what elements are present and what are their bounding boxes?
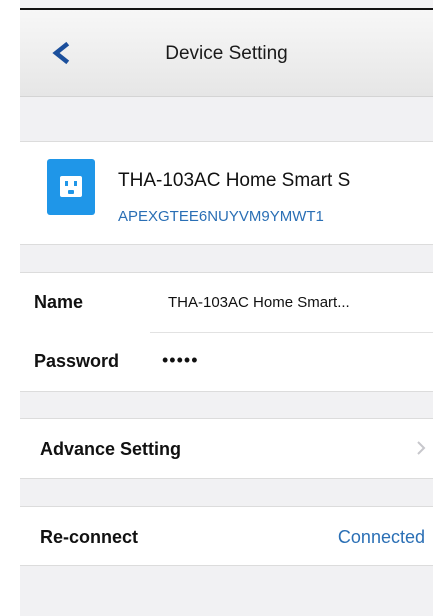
name-value: THA-103AC Home Smart... [168,294,350,311]
reconnect-label: Re-connect [40,527,139,547]
connection-status: Connected [337,527,425,547]
device-id: APEXGTEE6NUYVM9YMWT1 [118,208,324,225]
password-label: Password [34,351,120,371]
name-label: Name [34,292,84,312]
chevron-right-icon [417,441,426,455]
password-value: ••••• [162,350,199,370]
device-info-section: Name THA-103AC Home Smart... Password ••… [20,272,433,392]
device-setting-screen: Device Setting THA-103AC Home Smart S AP… [0,0,433,616]
smart-plug-icon [47,159,95,215]
device-card[interactable]: THA-103AC Home Smart S APEXGTEE6NUYVM9YM… [20,141,433,245]
navigation-bar: Device Setting [20,10,433,97]
left-edge [0,0,20,616]
advance-setting-label: Advance Setting [40,439,182,459]
password-row[interactable]: Password ••••• [20,332,433,391]
reconnect-row[interactable]: Re-connect Connected [20,506,433,566]
advance-setting-row[interactable]: Advance Setting [20,418,433,479]
page-title: Device Setting [165,43,288,64]
name-row[interactable]: Name THA-103AC Home Smart... [20,273,433,332]
device-name: THA-103AC Home Smart S [118,170,351,191]
